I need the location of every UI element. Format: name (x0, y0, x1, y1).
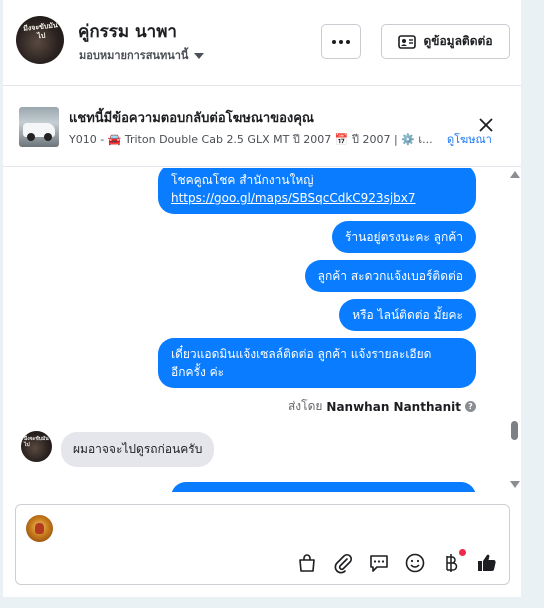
baht-icon[interactable] (440, 552, 462, 574)
shopping-bag-icon[interactable] (296, 552, 318, 574)
message-input[interactable] (62, 519, 492, 537)
thumbs-up-icon[interactable] (476, 552, 498, 574)
notification-dot (459, 549, 466, 556)
close-icon[interactable] (477, 116, 495, 134)
id-card-icon (398, 34, 417, 49)
scroll-thumb[interactable] (511, 421, 518, 440)
more-dot-icon (332, 39, 336, 44)
banner-title: แชทนี้มีข้อความตอบกลับต่อโฆษณาของคุณ (69, 111, 314, 126)
more-dot-icon (346, 39, 350, 44)
contact-avatar[interactable]: มีงจะขับมันไป (16, 16, 64, 64)
thread-scrollbar[interactable] (508, 168, 520, 492)
sent-by-label: ส่งโดย Nanwhan Nanthanit ? (288, 397, 476, 416)
incoming-message[interactable]: ผมอาจจะไปดูรถก่อนครับ (61, 432, 215, 467)
assign-label: มอบหมายการสนทนานี้ (79, 49, 189, 62)
outgoing-message[interactable]: ร้านอยู่ตรงนะคะ ลูกค้า (331, 221, 476, 253)
map-link[interactable]: https://goo.gl/maps/SBSqcCdkC923sjbx7 (171, 191, 416, 205)
caret-down-icon (194, 53, 205, 59)
chat-header: มีงจะขับมันไป คู่กรรม นาพา มอบหมายการสนท… (3, 0, 521, 86)
ad-thumbnail[interactable] (19, 107, 59, 147)
assign-conversation-dropdown[interactable]: มอบหมายการสนทนานี้ (79, 46, 205, 64)
banner-subtitle: Y010 - 🚘 Triton Double Cab 2.5 GLX MT ปี… (69, 133, 433, 146)
message-thread: โชคคูณโชค สำนักงานใหญ่ https://goo.gl/ma… (3, 168, 521, 492)
more-dot-icon (339, 39, 343, 44)
sender-name: Nanwhan Nanthanit (326, 399, 461, 414)
message-composer (15, 504, 510, 585)
scroll-up-icon[interactable] (510, 171, 520, 178)
contact-avatar-small[interactable]: มีงจะขับมันไป (21, 431, 52, 462)
emoji-icon[interactable] (404, 552, 426, 574)
help-icon[interactable]: ? (465, 401, 476, 412)
scroll-down-icon[interactable] (510, 481, 520, 488)
outgoing-message[interactable]: เดี๋ยวแอดมินแจ้งเซลล์ติดต่อ ลูกค้า แจ้งร… (158, 338, 476, 388)
contact-info-button[interactable]: ดูข้อมูลติดต่อ (381, 24, 510, 59)
page-avatar (26, 515, 53, 542)
outgoing-message[interactable]: โชคคูณโชค สำนักงานใหญ่ https://goo.gl/ma… (158, 168, 476, 214)
outgoing-message[interactable]: ลูกค้า สะดวกแจ้งเบอร์ติดต่อ (304, 260, 476, 292)
ad-reply-banner: แชทนี้มีข้อความตอบกลับต่อโฆษณาของคุณ Y01… (3, 87, 521, 167)
outgoing-message-partial[interactable] (171, 482, 476, 492)
chat-bubble-icon[interactable] (368, 552, 390, 574)
outgoing-message[interactable]: หรือ ไลน์ติดต่อ มั้ยคะ (339, 299, 476, 331)
chat-panel: มีงจะขับมันไป คู่กรรม นาพา มอบหมายการสนท… (3, 0, 521, 597)
contact-info-label: ดูข้อมูลติดต่อ (423, 34, 493, 48)
contact-name[interactable]: คู่กรรม นาพา (78, 18, 177, 45)
avatar-caption: มีงจะขับมันไป (22, 21, 59, 41)
more-options-button[interactable] (321, 24, 361, 59)
paperclip-icon[interactable] (332, 552, 354, 574)
